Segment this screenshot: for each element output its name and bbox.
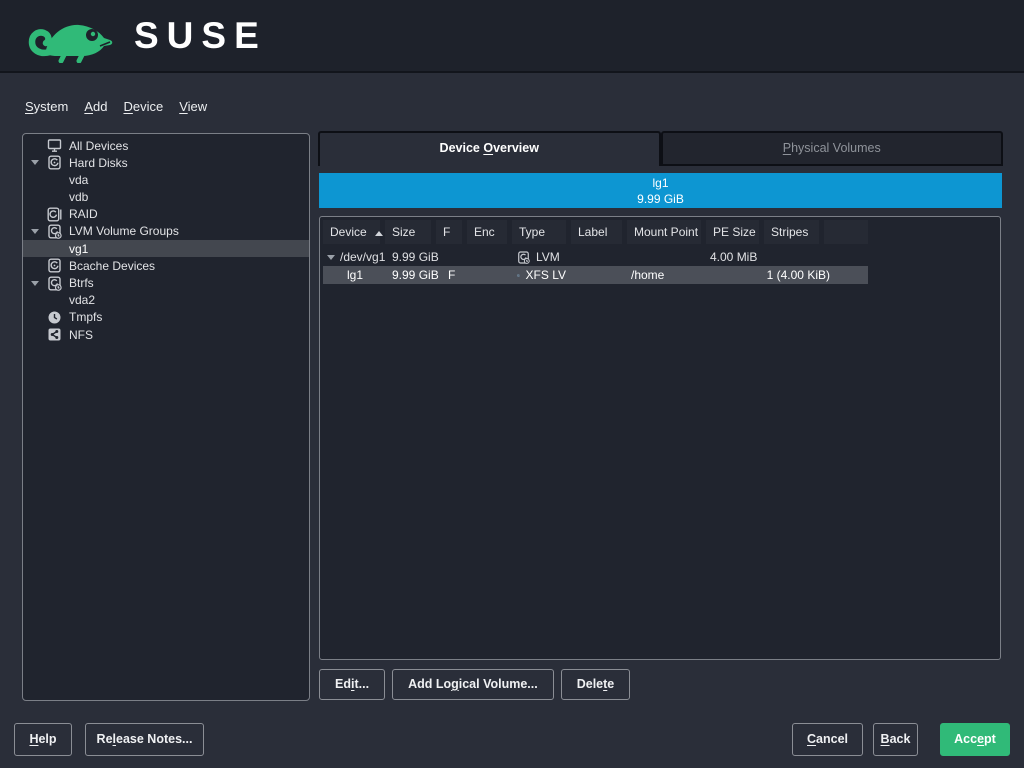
enc-cell xyxy=(467,266,507,284)
column-header-pe-size[interactable]: PE Size xyxy=(706,220,759,244)
raid-icon xyxy=(47,207,62,222)
tab-bar: Device Overview Physical Volumes xyxy=(318,131,1003,166)
device-cell: lg1 xyxy=(323,266,380,284)
expander-icon[interactable] xyxy=(31,281,39,286)
label-cell xyxy=(571,248,622,266)
expander-icon[interactable] xyxy=(31,160,39,165)
column-header-stripes[interactable]: Stripes xyxy=(764,220,819,244)
column-header-device[interactable]: Device xyxy=(323,220,380,244)
sidebar-panel: All Devices Hard Disks vda vdb RAID xyxy=(22,133,310,701)
sidebar-item-lvm-volume-groups[interactable]: LVM Volume Groups xyxy=(23,223,309,240)
sidebar-item-nfs[interactable]: NFS xyxy=(23,326,309,343)
sidebar-item-tmpfs[interactable]: Tmpfs xyxy=(23,309,309,326)
sidebar-item-all-devices[interactable]: All Devices xyxy=(23,137,309,154)
sidebar-item-vda[interactable]: vda xyxy=(23,171,309,188)
top-banner: SUSE xyxy=(0,0,1024,73)
tab-device-overview[interactable]: Device Overview xyxy=(318,131,661,166)
cancel-button[interactable]: Cancel xyxy=(792,723,863,756)
device-name: lg1 xyxy=(319,175,1002,191)
label-cell xyxy=(571,266,622,284)
back-button[interactable]: Back xyxy=(873,723,918,756)
column-header-filler xyxy=(824,220,868,244)
format-cell: F xyxy=(436,266,462,284)
enc-cell xyxy=(467,248,507,266)
expander-icon[interactable] xyxy=(31,229,39,234)
monitor-icon xyxy=(47,138,62,153)
table-actions: Edit... Add Logical Volume... Delete xyxy=(319,669,630,700)
menu-bar: System Add Device View xyxy=(25,99,207,114)
device-size: 9.99 GiB xyxy=(319,191,1002,207)
column-header-type[interactable]: Type xyxy=(512,220,566,244)
xfs-lv-icon xyxy=(517,269,520,282)
sidebar-item-label: RAID xyxy=(69,207,98,221)
tab-physical-volumes[interactable]: Physical Volumes xyxy=(661,131,1004,166)
format-cell xyxy=(436,248,462,266)
clock-icon xyxy=(47,310,62,325)
sidebar-item-label: NFS xyxy=(69,328,93,342)
sidebar-item-label: vg1 xyxy=(69,242,88,256)
mount-point-cell xyxy=(627,248,701,266)
device-table-panel: Device Size F Enc Type Label Mount Point… xyxy=(319,216,1001,660)
pe-size-cell: 4.00 MiB xyxy=(706,248,759,266)
table-header-row: Device Size F Enc Type Label Mount Point… xyxy=(323,220,868,244)
stripes-cell: 1 (4.00 KiB) xyxy=(764,266,868,284)
sidebar-item-label: vda2 xyxy=(69,293,95,307)
lvm-icon xyxy=(47,224,62,239)
edit-button[interactable]: Edit... xyxy=(319,669,385,700)
sidebar-item-label: All Devices xyxy=(69,139,128,153)
device-tree: All Devices Hard Disks vda vdb RAID xyxy=(23,134,309,343)
menu-add[interactable]: Add xyxy=(84,99,107,114)
column-header-f[interactable]: F xyxy=(436,220,462,244)
sidebar-item-label: Btrfs xyxy=(69,276,94,290)
suse-logo: SUSE xyxy=(26,9,267,63)
sidebar-item-label: vdb xyxy=(69,190,88,204)
menu-view[interactable]: View xyxy=(179,99,207,114)
expander-icon[interactable] xyxy=(327,255,335,260)
size-cell: 9.99 GiB xyxy=(385,266,431,284)
stripes-cell xyxy=(764,248,868,266)
hard-disk-icon xyxy=(47,155,62,170)
btrfs-icon xyxy=(47,276,62,291)
type-cell: LVM xyxy=(512,248,566,266)
sidebar-item-label: vda xyxy=(69,173,88,187)
accept-button[interactable]: Accept xyxy=(940,723,1010,756)
sidebar-item-bcache-devices[interactable]: Bcache Devices xyxy=(23,257,309,274)
sidebar-item-raid[interactable]: RAID xyxy=(23,206,309,223)
menu-device[interactable]: Device xyxy=(123,99,163,114)
release-notes-button[interactable]: Release Notes... xyxy=(85,723,204,756)
sort-ascending-icon xyxy=(375,231,383,236)
chameleon-icon xyxy=(26,9,118,63)
size-cell: 9.99 GiB xyxy=(385,248,431,266)
sidebar-item-label: LVM Volume Groups xyxy=(69,224,179,238)
column-header-mount-point[interactable]: Mount Point xyxy=(627,220,701,244)
device-cell: /dev/vg1 xyxy=(323,248,380,266)
lvm-icon xyxy=(517,251,530,264)
sidebar-item-label: Bcache Devices xyxy=(69,259,155,273)
column-header-label[interactable]: Label xyxy=(571,220,622,244)
sidebar-item-vda2[interactable]: vda2 xyxy=(23,292,309,309)
sidebar-item-vdb[interactable]: vdb xyxy=(23,189,309,206)
help-button[interactable]: Help xyxy=(14,723,72,756)
column-header-size[interactable]: Size xyxy=(385,220,431,244)
add-logical-volume-button[interactable]: Add Logical Volume... xyxy=(392,669,554,700)
type-cell: XFS LV xyxy=(512,266,566,284)
menu-system[interactable]: System xyxy=(25,99,68,114)
sidebar-item-btrfs[interactable]: Btrfs xyxy=(23,275,309,292)
sidebar-item-label: Hard Disks xyxy=(69,156,128,170)
sidebar-item-vg1[interactable]: vg1 xyxy=(23,240,309,257)
table-row-selected[interactable]: lg1 9.99 GiB F XFS LV /home 1 (4.00 KiB) xyxy=(323,266,868,284)
share-icon xyxy=(47,327,62,342)
bcache-icon xyxy=(47,258,62,273)
mount-point-cell: /home xyxy=(627,266,701,284)
device-summary-bar: lg1 9.99 GiB xyxy=(319,173,1002,208)
sidebar-item-hard-disks[interactable]: Hard Disks xyxy=(23,154,309,171)
table-row[interactable]: /dev/vg1 9.99 GiB LVM 4.00 MiB xyxy=(323,248,868,266)
pe-size-cell xyxy=(706,266,759,284)
column-header-enc[interactable]: Enc xyxy=(467,220,507,244)
brand-wordmark: SUSE xyxy=(134,15,267,57)
sidebar-item-label: Tmpfs xyxy=(69,310,102,324)
delete-button[interactable]: Delete xyxy=(561,669,631,700)
